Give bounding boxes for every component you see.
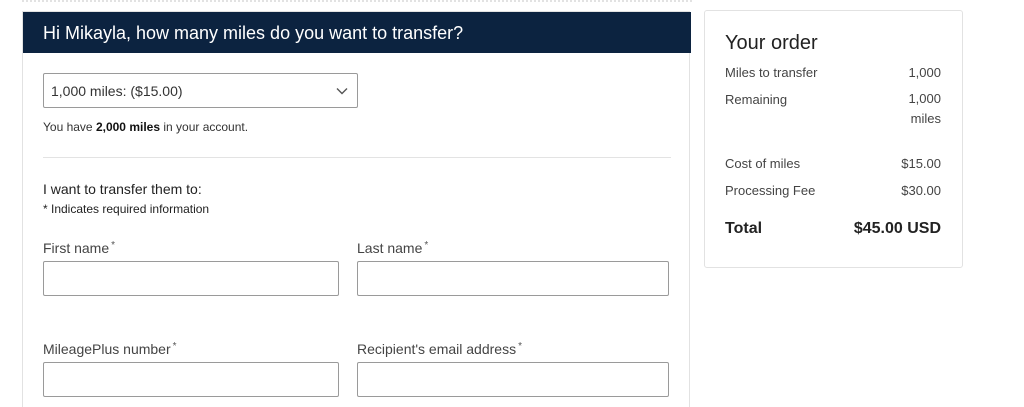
email-label: Recipient's email address * bbox=[357, 341, 522, 357]
remaining-value-unit: miles bbox=[910, 111, 941, 126]
mileageplus-label-text: MileagePlus number bbox=[43, 341, 171, 357]
last-name-label-text: Last name bbox=[357, 240, 423, 256]
miles-to-transfer-value: 1,000 bbox=[908, 65, 941, 80]
remaining-value-amount: 1,000 bbox=[908, 91, 941, 106]
divider bbox=[43, 157, 671, 158]
last-name-label: Last name * bbox=[357, 240, 428, 256]
required-marker: * bbox=[518, 341, 522, 352]
required-note: * Indicates required information bbox=[43, 202, 210, 216]
last-name-input[interactable] bbox=[357, 261, 669, 296]
balance-text: You have 2,000 miles in your account. bbox=[43, 120, 248, 134]
total-value: $45.00 USD bbox=[853, 220, 941, 237]
top-dotted-line bbox=[22, 0, 692, 4]
remaining-value: 1,000 miles bbox=[908, 89, 941, 129]
mileageplus-input[interactable] bbox=[43, 362, 339, 397]
balance-amount: 2,000 miles bbox=[95, 120, 161, 134]
email-input[interactable] bbox=[357, 362, 669, 397]
required-marker: * bbox=[111, 240, 116, 251]
balance-prefix: You have bbox=[43, 120, 93, 134]
total-label: Total bbox=[725, 220, 763, 237]
miles-select[interactable]: 1,000 miles: ($15.00) bbox=[43, 73, 358, 108]
panel-header: Hi Mikayla, how many miles do you want t… bbox=[23, 12, 691, 53]
order-title: Your order bbox=[725, 32, 818, 54]
transfer-heading: I want to transfer them to: bbox=[43, 181, 202, 197]
balance-suffix: in your account. bbox=[163, 120, 249, 134]
cost-of-miles-label: Cost of miles bbox=[725, 156, 801, 171]
mileageplus-label: MileagePlus number * bbox=[43, 341, 177, 357]
order-summary-card: Your order Miles to transfer 1,000 Remai… bbox=[704, 10, 963, 268]
first-name-label-text: First name bbox=[43, 240, 110, 256]
transfer-form-panel: Hi Mikayla, how many miles do you want t… bbox=[22, 11, 691, 407]
processing-fee-value: $30.00 bbox=[901, 183, 941, 198]
required-marker: * bbox=[172, 341, 177, 352]
page: Hi Mikayla, how many miles do you want t… bbox=[0, 0, 1024, 407]
miles-select-value: 1,000 miles: ($15.00) bbox=[51, 83, 183, 99]
remaining-label: Remaining bbox=[725, 92, 788, 107]
miles-to-transfer-label: Miles to transfer bbox=[725, 65, 818, 80]
chevron-down-icon bbox=[336, 88, 348, 95]
first-name-input[interactable] bbox=[43, 261, 339, 296]
email-label-text: Recipient's email address bbox=[357, 341, 517, 357]
cost-of-miles-value: $15.00 bbox=[901, 156, 941, 171]
panel-header-title: Hi Mikayla, how many miles do you want t… bbox=[43, 23, 464, 43]
processing-fee-label: Processing Fee bbox=[725, 183, 816, 198]
first-name-label: First name * bbox=[43, 240, 115, 256]
required-marker: * bbox=[424, 240, 429, 251]
